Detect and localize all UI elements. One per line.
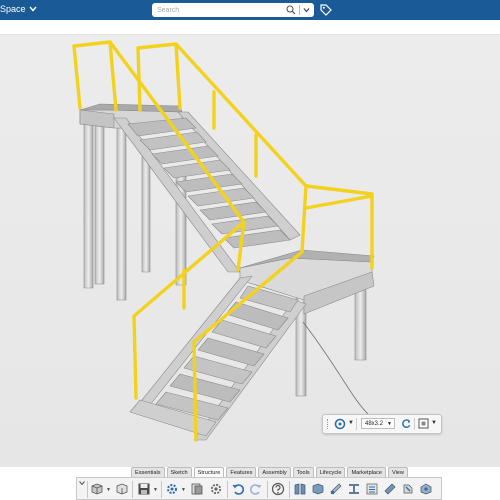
save-icon[interactable] (137, 482, 151, 496)
box-icon[interactable] (418, 418, 429, 429)
cut-list-icon[interactable] (365, 482, 379, 496)
mate-dropdown-icon[interactable]: ▼ (348, 420, 354, 426)
space-menu[interactable]: Space (0, 4, 37, 14)
tab-marketplace[interactable]: Marketplace (347, 467, 386, 477)
ribbon-toolbar: ▼ ▼ ▼ (76, 477, 442, 500)
save-dropdown-icon[interactable]: ▼ (153, 487, 158, 493)
search-divider (299, 5, 300, 15)
app-header: Space (0, 0, 500, 20)
tab-sketch[interactable]: Sketch (166, 467, 192, 477)
graphics-viewport[interactable] (0, 35, 500, 467)
search-bar (152, 3, 314, 17)
new-part-icon[interactable] (90, 482, 104, 496)
weld-icon[interactable] (401, 482, 415, 496)
joint-icon[interactable] (419, 482, 433, 496)
beam-icon[interactable] (347, 482, 361, 496)
ribbon-divider (87, 481, 88, 498)
trim-icon[interactable] (383, 482, 397, 496)
cog-dropdown-icon[interactable]: ▼ (181, 487, 186, 493)
part-studio-icon[interactable] (115, 482, 129, 496)
ribbon-tabs: Essentials Sketch Structure Features Ass… (131, 467, 408, 477)
tab-assembly[interactable]: Assembly (258, 467, 291, 477)
space-label: Space (0, 4, 26, 14)
ribbon-divider (227, 481, 228, 498)
ribbon-divider (161, 481, 162, 498)
tab-essentials[interactable]: Essentials (131, 467, 165, 477)
size-selector[interactable]: 48x3.2 ▼ (361, 418, 395, 429)
staircase-model[interactable] (0, 35, 500, 467)
mate-icon[interactable] (334, 418, 346, 430)
tag-icon[interactable] (320, 4, 332, 16)
tab-tools[interactable]: Tools (292, 467, 314, 477)
header-strip (0, 20, 500, 35)
tab-lifecycle[interactable]: Lifecycle (315, 467, 346, 477)
search-options-chevron-icon[interactable] (303, 7, 310, 13)
size-value: 48x3.2 (365, 421, 384, 427)
redo-icon[interactable] (249, 482, 263, 496)
tab-structure[interactable]: Structure (193, 467, 225, 477)
undo-icon[interactable] (231, 482, 245, 496)
ribbon-divider (267, 481, 268, 498)
help-icon[interactable] (271, 482, 285, 496)
ribbon-divider (289, 481, 290, 498)
chevron-down-icon[interactable] (79, 480, 85, 486)
chevron-down-icon (28, 6, 37, 12)
ribbon-divider (132, 481, 133, 498)
frame-icon[interactable] (293, 482, 307, 496)
chevron-down-icon: ▼ (387, 421, 392, 427)
end-cap-icon[interactable] (329, 482, 343, 496)
toolbar-divider (414, 418, 415, 430)
gear-cog-icon[interactable] (165, 482, 179, 496)
search-input[interactable] (157, 3, 282, 17)
mate-toolbar: ▼ 48x3.2 ▼ ▼ (322, 414, 442, 434)
flip-icon[interactable] (401, 418, 412, 429)
search-icon[interactable] (286, 5, 296, 15)
box-dropdown-icon[interactable]: ▼ (431, 420, 437, 426)
toolbar-grip[interactable] (327, 419, 330, 429)
new-dropdown-icon[interactable]: ▼ (106, 487, 111, 493)
document-icon[interactable] (190, 482, 204, 496)
gusset-icon[interactable] (311, 482, 325, 496)
tab-features[interactable]: Features (226, 467, 257, 477)
toolbar-divider (356, 418, 357, 430)
tab-view[interactable]: View (387, 467, 408, 477)
settings-icon[interactable] (209, 482, 223, 496)
